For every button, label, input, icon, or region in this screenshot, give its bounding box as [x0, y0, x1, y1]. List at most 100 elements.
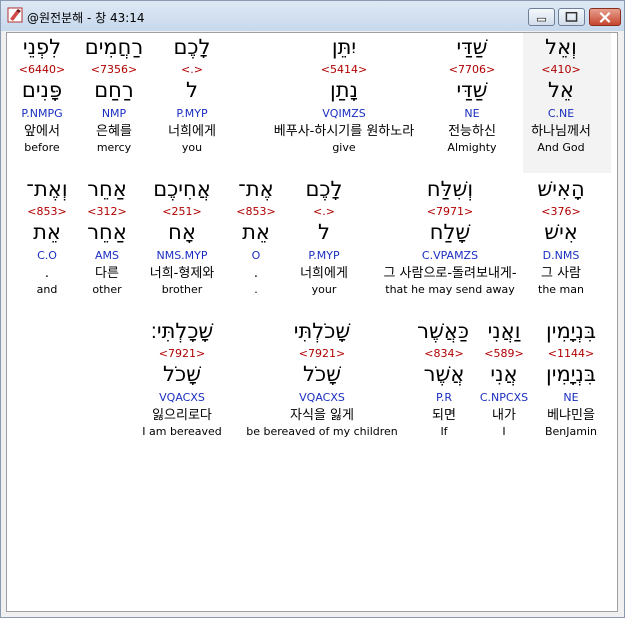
lemma-word: שָׁכֹל: [303, 362, 341, 386]
english-gloss: the man: [538, 283, 584, 296]
parse-code: NE: [563, 391, 579, 404]
korean-gloss: 잃으리로다: [152, 408, 212, 423]
word-block[interactable]: הָאִישׁ <376> אִישׁ D.NMS 그 사람 the man: [521, 179, 601, 297]
word-block[interactable]: אֲחִיכֶם <251> אָח NMS.MYP 너희-형제와 brother: [136, 179, 228, 297]
hebrew-word: בִּנְיָמִין: [546, 319, 596, 343]
strong-number: <853>: [236, 205, 276, 218]
parse-code: VQACXS: [299, 391, 345, 404]
hebrew-word: רַחֲמִים: [84, 35, 144, 59]
hebrew-word: לָכֶם: [305, 177, 343, 201]
korean-gloss: .: [44, 266, 50, 281]
english-gloss: other: [92, 283, 122, 296]
english-gloss: you: [181, 141, 203, 154]
hebrew-word: שָׁכָלְתִּי׃: [150, 319, 214, 343]
english-gloss: that he may send away: [385, 283, 515, 296]
lemma-word: ל: [186, 78, 198, 102]
word-block[interactable]: לָכֶם <.> ל P.MYP 너희에게 you: [157, 37, 227, 155]
maximize-icon: [565, 11, 578, 22]
word-block[interactable]: וְאֵל <410> אֵל C.NE 하나님께서 And God: [521, 37, 601, 155]
korean-gloss: 하나님께서: [531, 124, 591, 139]
word-block[interactable]: בִּנְיָמִין <1144> בִּנְיָמִין NE 베냐민을 BenJam…: [536, 321, 606, 439]
parse-code: O: [251, 249, 261, 262]
word-block[interactable]: רַחֲמִים <7356> רַחַם NMP 은혜를 mercy: [77, 37, 151, 155]
hebrew-word: יִתֵּן: [331, 35, 357, 59]
app-window: @원전분해 - 창 43:14 לִפְנֵי <6440> פָּנִים P.NM…: [0, 0, 625, 618]
strong-number: <410>: [541, 63, 581, 76]
hebrew-word: שָׁכֹלְתִּי: [293, 319, 351, 343]
hebrew-word: לָכֶם: [173, 35, 211, 59]
parse-code: C.VPAMZS: [421, 249, 479, 262]
strong-number: <7921>: [158, 347, 206, 360]
parse-code: P.R: [435, 391, 453, 404]
strong-number: <7356>: [90, 63, 138, 76]
minimize-icon: [536, 17, 547, 22]
english-gloss: be bereaved of my children: [246, 425, 398, 438]
maximize-button[interactable]: [558, 8, 585, 26]
strong-number: <6440>: [18, 63, 66, 76]
hebrew-word: אֲחִיכֶם: [153, 177, 211, 201]
english-gloss: I am bereaved: [142, 425, 222, 438]
hebrew-word: וְאֵל: [545, 35, 577, 59]
strong-number: <834>: [424, 347, 464, 360]
title-bar[interactable]: @원전분해 - 창 43:14: [1, 1, 624, 31]
word-block[interactable]: וְשִׁלַּח <7971> שָׁלַח C.VPAMZS 그 사람으로-돌려보내…: [375, 179, 525, 297]
word-block[interactable]: לִפְנֵי <6440> פָּנִים P.NMPG 앞에서 before: [7, 37, 77, 155]
word-block[interactable]: וַאֲנִי <589> אֲנִי C.NPCXS 내가 I: [469, 321, 539, 439]
lemma-word: אֵת: [242, 220, 270, 244]
analysis-panel[interactable]: לִפְנֵי <6440> פָּנִים P.NMPG 앞에서 before רַחֲמ…: [6, 32, 618, 612]
english-gloss: .: [254, 283, 258, 296]
hebrew-word: אֶת־: [238, 177, 274, 201]
strong-number: <589>: [484, 347, 524, 360]
hebrew-word: כַּאֲשֶׁר: [417, 319, 469, 343]
strong-number: <312>: [87, 205, 127, 218]
parse-code: P.MYP: [308, 249, 340, 262]
word-block[interactable]: כַּאֲשֶׁר <834> אֲשֶׁר P.R 되면 If: [417, 319, 469, 439]
korean-gloss: 베냐민을: [547, 408, 595, 423]
strong-number: <376>: [541, 205, 581, 218]
word-block[interactable]: אַחֵר <312> אַחֵר AMS 다른 other: [78, 179, 136, 297]
english-gloss: your: [311, 283, 337, 296]
word-block[interactable]: שָׁכֹלְתִּי <7921> שָׁכֹל VQACXS 자식을 잃게 be be…: [237, 321, 407, 439]
hebrew-word: וַאֲנִי: [487, 319, 521, 343]
korean-gloss: 너희에게: [300, 266, 348, 281]
strong-number: <.>: [313, 205, 335, 218]
parse-code: VQIMZS: [322, 107, 366, 120]
word-block[interactable]: לָכֶם <.> ל P.MYP 너희에게 your: [285, 179, 363, 297]
lemma-word: שָׁלַח: [429, 220, 471, 244]
lemma-word: אֵת: [33, 220, 61, 244]
close-icon: [599, 11, 611, 23]
lemma-word: בִּנְיָמִין: [546, 362, 596, 386]
lemma-word: אֵל: [548, 78, 574, 102]
hebrew-word: שַׁדַּי: [456, 35, 488, 59]
parse-code: AMS: [95, 249, 119, 262]
hebrew-word: לִפְנֵי: [22, 35, 62, 59]
close-button[interactable]: [589, 8, 621, 26]
english-gloss: brother: [161, 283, 203, 296]
korean-gloss: 은혜를: [96, 124, 132, 139]
word-block[interactable]: שָׁכָלְתִּי׃ <7921> שָׁכֹל VQACXS 잃으리로다 I am …: [134, 321, 230, 439]
english-gloss: Almighty: [447, 141, 497, 154]
english-gloss: And God: [537, 141, 585, 154]
korean-gloss: .: [253, 266, 259, 281]
word-block[interactable]: וְאֶת־ <853> אֵת C.O. and: [17, 179, 77, 297]
word-block[interactable]: שַׁדַּי <7706> שַׁדַּי NE 전능하신 Almighty: [432, 37, 512, 155]
korean-gloss: 너희-형제와: [149, 266, 215, 281]
korean-gloss: 그 사람: [540, 266, 581, 281]
lemma-word: אַחֵר: [87, 220, 127, 244]
lemma-word: שַׁדַּי: [456, 78, 488, 102]
english-gloss: and: [36, 283, 58, 296]
hebrew-word: וְאֶת־: [26, 177, 68, 201]
window-title: @원전분해 - 창 43:14: [27, 11, 145, 25]
hebrew-word: אַחֵר: [87, 177, 127, 201]
app-icon[interactable]: [7, 7, 23, 23]
lemma-word: אֲנִי: [490, 362, 518, 386]
english-gloss: If: [440, 425, 448, 438]
word-block[interactable]: יִתֵּן <5414> נָתַן VQIMZS 베푸사-하시기를 원하노라 give: [254, 37, 434, 155]
parse-code: VQACXS: [159, 391, 205, 404]
word-block[interactable]: אֶת־ <853> אֵת O..: [236, 179, 276, 297]
minimize-button[interactable]: [528, 8, 555, 26]
hebrew-word: וְשִׁלַּח: [426, 177, 474, 201]
korean-gloss: 베푸사-하시기를 원하노라: [273, 124, 415, 139]
lemma-word: פָּנִים: [21, 78, 63, 102]
strong-number: <1144>: [547, 347, 595, 360]
